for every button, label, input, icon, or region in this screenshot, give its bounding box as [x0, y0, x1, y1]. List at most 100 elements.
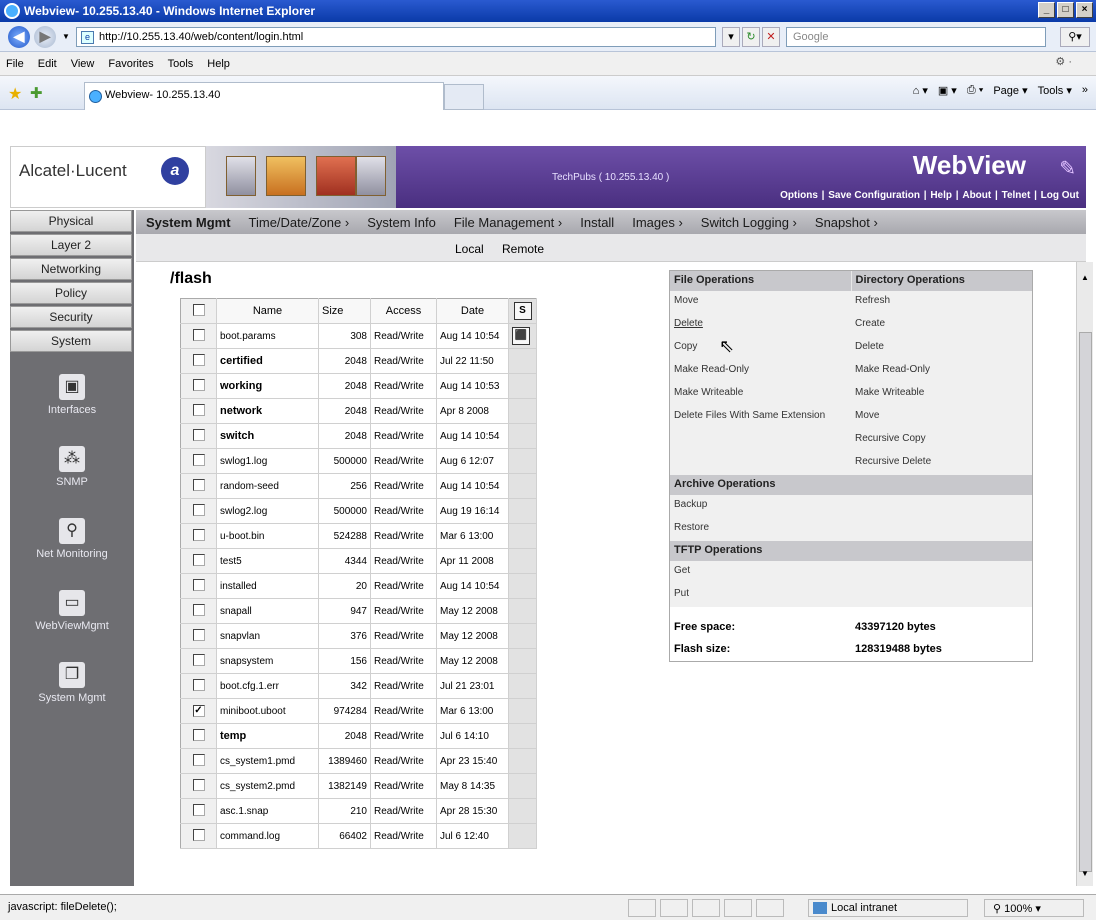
- row-checkbox[interactable]: [192, 578, 205, 591]
- menu-view[interactable]: View: [71, 58, 95, 70]
- nav-snapshot[interactable]: Snapshot ›: [815, 215, 878, 230]
- backup-link[interactable]: Backup: [670, 495, 1032, 518]
- file-op-move[interactable]: Move: [670, 291, 851, 314]
- sidebar-item-net-monitoring[interactable]: ⚲ Net Monitoring: [10, 518, 134, 560]
- sidebar-item-webview-mgmt[interactable]: ▭ WebViewMgmt: [10, 590, 134, 632]
- table-row[interactable]: ✓ miniboot.uboot 974284 Read/Write Mar 6 13:…: [180, 698, 537, 724]
- file-op-delete-same-extension[interactable]: Delete Files With Same Extension: [670, 406, 851, 429]
- row-checkbox[interactable]: [192, 428, 205, 441]
- select-toggle-button[interactable]: ⬛: [512, 327, 530, 345]
- row-checkbox[interactable]: [192, 678, 205, 691]
- tftp-put-link[interactable]: Put: [670, 584, 1032, 607]
- select-all-checkbox[interactable]: [192, 303, 205, 316]
- search-button[interactable]: ⚲▾: [1060, 27, 1090, 47]
- refresh-icon[interactable]: ↻: [742, 27, 760, 47]
- row-checkbox[interactable]: [192, 603, 205, 616]
- file-name[interactable]: u-boot.bin: [216, 523, 319, 549]
- row-checkbox[interactable]: [192, 828, 205, 841]
- file-op-make-read-only[interactable]: Make Read-Only: [670, 360, 851, 383]
- favorites-star-icon[interactable]: ★: [8, 84, 22, 104]
- dir-op-create[interactable]: Create: [851, 314, 1032, 337]
- about-link[interactable]: About: [962, 190, 991, 201]
- row-checkbox[interactable]: [192, 478, 205, 491]
- sidebar-item-system-mgmt[interactable]: ❐ System Mgmt: [10, 662, 134, 704]
- dir-op-recursive-delete[interactable]: Recursive Delete: [851, 452, 1032, 475]
- security-zone[interactable]: Local intranet: [808, 899, 968, 917]
- sidebar-item-snmp[interactable]: ⁂ SNMP: [10, 446, 134, 488]
- logout-link[interactable]: Log Out: [1041, 190, 1079, 201]
- row-checkbox[interactable]: ✓: [192, 705, 205, 717]
- row-checkbox[interactable]: [192, 628, 205, 641]
- file-name[interactable]: working: [216, 373, 319, 399]
- file-name[interactable]: boot.params: [216, 323, 319, 349]
- browser-tab[interactable]: Webview- 10.255.13.40: [84, 82, 444, 110]
- file-name[interactable]: asc.1.snap: [216, 798, 319, 824]
- restore-link[interactable]: Restore: [670, 518, 1032, 541]
- print-icon[interactable]: ⎙ ▾: [967, 84, 983, 97]
- file-name[interactable]: miniboot.uboot: [216, 698, 319, 724]
- nav-system-info[interactable]: System Info: [367, 215, 436, 230]
- more-commands-icon[interactable]: »: [1082, 84, 1088, 97]
- row-checkbox[interactable]: [192, 778, 205, 791]
- url-input[interactable]: e http://10.255.13.40/web/content/login.…: [76, 27, 716, 47]
- side-tab-system[interactable]: System: [10, 330, 132, 352]
- search-input[interactable]: Google: [786, 27, 1046, 47]
- table-row[interactable]: cs_system1.pmd 1389460 Read/Write Apr 23 15…: [180, 748, 537, 774]
- table-row[interactable]: snapall 947 Read/Write May 12 2008: [180, 598, 537, 624]
- side-tab-networking[interactable]: Networking: [10, 258, 132, 280]
- file-name[interactable]: switch: [216, 423, 319, 449]
- file-name[interactable]: certified: [216, 348, 319, 374]
- nav-file-management[interactable]: File Management ›: [454, 215, 562, 230]
- subnav-remote[interactable]: Remote: [502, 242, 544, 256]
- file-name[interactable]: cs_system2.pmd: [216, 773, 319, 799]
- file-name[interactable]: installed: [216, 573, 319, 599]
- options-link[interactable]: Options: [780, 190, 818, 201]
- dir-op-move[interactable]: Move: [851, 406, 1032, 429]
- page-menu[interactable]: Page ▾: [993, 84, 1027, 97]
- scroll-thumb[interactable]: [1079, 332, 1092, 872]
- sidebar-item-interfaces[interactable]: ▣ Interfaces: [10, 374, 134, 416]
- side-tab-physical[interactable]: Physical: [10, 210, 132, 232]
- toolbar-options-icon[interactable]: ⚙ ·: [1055, 55, 1072, 68]
- table-row[interactable]: certified 2048 Read/Write Jul 22 11:50: [180, 348, 537, 374]
- file-op-copy[interactable]: Copy: [670, 337, 851, 360]
- row-checkbox[interactable]: [192, 403, 205, 416]
- tftp-get-link[interactable]: Get: [670, 561, 1032, 584]
- table-row[interactable]: network 2048 Read/Write Apr 8 2008: [180, 398, 537, 424]
- file-op-make-writeable[interactable]: Make Writeable: [670, 383, 851, 406]
- menu-help[interactable]: Help: [207, 58, 230, 70]
- dir-op-recursive-copy[interactable]: Recursive Copy: [851, 429, 1032, 452]
- row-checkbox[interactable]: [192, 653, 205, 666]
- zoom-control[interactable]: ⚲ 100% ▾: [984, 899, 1084, 917]
- column-access[interactable]: Access: [370, 298, 437, 324]
- row-checkbox[interactable]: [192, 453, 205, 466]
- dir-op-refresh[interactable]: Refresh: [851, 291, 1032, 314]
- feeds-icon[interactable]: ▣ ▾: [938, 84, 957, 97]
- file-name[interactable]: test5: [216, 548, 319, 574]
- dir-op-make-writeable[interactable]: Make Writeable: [851, 383, 1032, 406]
- nav-system-mgmt[interactable]: System Mgmt: [146, 215, 231, 230]
- menu-file[interactable]: File: [6, 58, 24, 70]
- nav-images[interactable]: Images ›: [632, 215, 683, 230]
- scroll-down-icon[interactable]: ▼: [1077, 866, 1093, 882]
- file-name[interactable]: boot.cfg.1.err: [216, 673, 319, 699]
- file-name[interactable]: cs_system1.pmd: [216, 748, 319, 774]
- table-row[interactable]: swlog1.log 500000 Read/Write Aug 6 12:07: [180, 448, 537, 474]
- table-row[interactable]: working 2048 Read/Write Aug 14 10:53: [180, 373, 537, 399]
- save-configuration-link[interactable]: Save Configuration: [828, 190, 920, 201]
- row-checkbox[interactable]: [192, 803, 205, 816]
- nav-switch-logging[interactable]: Switch Logging ›: [701, 215, 797, 230]
- minimize-button[interactable]: _: [1038, 2, 1055, 18]
- home-icon[interactable]: ⌂ ▾: [913, 84, 928, 97]
- back-button[interactable]: ◀: [8, 26, 30, 48]
- new-tab-button[interactable]: [444, 84, 484, 110]
- row-checkbox[interactable]: [192, 728, 205, 741]
- file-name[interactable]: swlog1.log: [216, 448, 319, 474]
- file-name[interactable]: snapvlan: [216, 623, 319, 649]
- file-op-delete[interactable]: Delete: [670, 314, 851, 337]
- telnet-link[interactable]: Telnet: [1002, 190, 1031, 201]
- row-checkbox[interactable]: [192, 328, 205, 341]
- table-row[interactable]: installed 20 Read/Write Aug 14 10:54: [180, 573, 537, 599]
- table-row[interactable]: test5 4344 Read/Write Apr 11 2008: [180, 548, 537, 574]
- row-checkbox[interactable]: [192, 753, 205, 766]
